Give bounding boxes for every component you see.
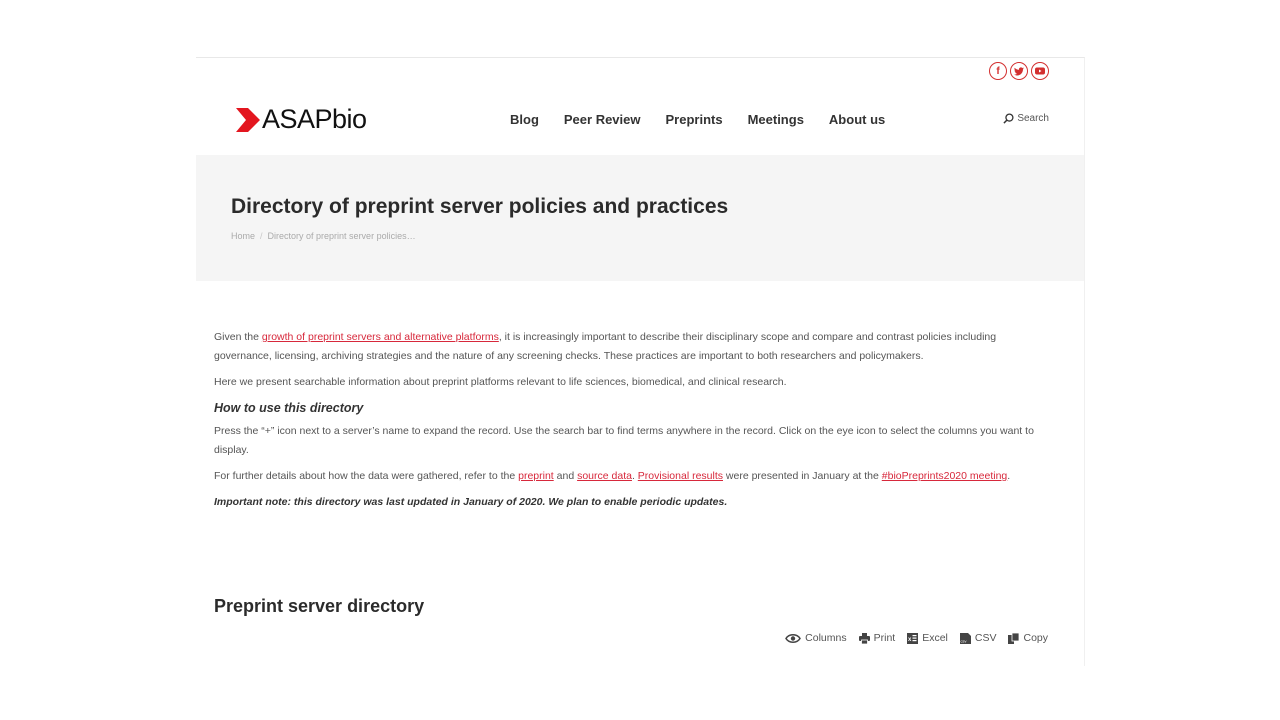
breadcrumb: Home / Directory of preprint server polici… <box>231 231 416 241</box>
nav-peer-review[interactable]: Peer Review <box>564 112 641 127</box>
nav-meetings[interactable]: Meetings <box>748 112 804 127</box>
columns-button[interactable]: Columns <box>785 632 847 644</box>
growth-link[interactable]: growth of preprint servers and alternati… <box>262 331 499 343</box>
eye-icon <box>785 633 802 643</box>
csv-icon: csv <box>959 632 971 644</box>
main-nav: Blog Peer Review Preprints Meetings Abou… <box>510 112 910 127</box>
asapbio-logo[interactable]: ASAPbio <box>236 106 367 133</box>
top-bar: f <box>196 58 1084 88</box>
copy-label: Copy <box>1023 632 1048 644</box>
page-frame: f ASAPbio Blog Peer Review Preprints Mee… <box>196 57 1085 666</box>
table-toolbar: Columns Print x Excel csv CSV Copy <box>785 632 1048 644</box>
text: and <box>553 470 578 482</box>
instructions-paragraph: Press the “+” icon next to a server’s na… <box>214 425 1034 456</box>
intro-paragraph: Given the growth of preprint servers and… <box>214 328 1054 366</box>
preprint-link[interactable]: preprint <box>518 470 554 482</box>
nav-preprints[interactable]: Preprints <box>666 112 723 127</box>
nav-about-us[interactable]: About us <box>829 112 885 127</box>
print-label: Print <box>873 632 896 644</box>
excel-button[interactable]: x Excel <box>907 632 948 644</box>
twitter-icon[interactable] <box>1010 62 1028 80</box>
print-button[interactable]: Print <box>858 632 896 644</box>
facebook-icon[interactable]: f <box>989 62 1007 80</box>
excel-label: Excel <box>922 632 948 644</box>
site-header: ASAPbio Blog Peer Review Preprints Meeti… <box>196 88 1084 155</box>
svg-text:csv: csv <box>960 638 966 643</box>
print-icon <box>858 632 870 644</box>
search-label: Search <box>1017 113 1049 124</box>
breadcrumb-current: Directory of preprint server policies… <box>267 231 416 241</box>
scope-paragraph: Here we present searchable information a… <box>214 376 787 388</box>
breadcrumb-separator: / <box>260 231 263 241</box>
youtube-icon[interactable] <box>1031 62 1049 80</box>
social-links: f <box>989 62 1049 80</box>
logo-text: ASAPbio <box>262 104 367 134</box>
page-title: Directory of preprint server policies an… <box>231 195 729 218</box>
important-note: Important note: this directory was last … <box>214 496 728 508</box>
source-data-link[interactable]: source data <box>577 470 632 482</box>
excel-icon: x <box>907 632 919 644</box>
text: For further details about how the data w… <box>214 470 519 482</box>
how-to-heading: How to use this directory <box>214 401 364 415</box>
text: Given the <box>214 331 262 343</box>
text: . <box>1007 470 1011 482</box>
directory-title: Preprint server directory <box>214 596 425 616</box>
provisional-results-link[interactable]: Provisional results <box>638 470 723 482</box>
copy-button[interactable]: Copy <box>1008 632 1048 644</box>
csv-label: CSV <box>974 632 997 644</box>
page-title-bar: Directory of preprint server policies an… <box>196 155 1084 281</box>
details-paragraph: For further details about how the data w… <box>214 467 1054 486</box>
nav-blog[interactable]: Blog <box>510 112 539 127</box>
columns-label: Columns <box>805 632 847 644</box>
search-button[interactable]: Search <box>1003 113 1049 124</box>
breadcrumb-home[interactable]: Home <box>231 231 255 241</box>
text: were presented in January at the <box>723 470 882 482</box>
csv-button[interactable]: csv CSV <box>959 632 997 644</box>
intro-content: Given the growth of preprint servers and… <box>214 328 1054 519</box>
search-icon <box>1003 113 1014 124</box>
logo-arrow-icon <box>236 107 260 132</box>
biopreprints-meeting-link[interactable]: #bioPreprints2020 meeting <box>882 470 1008 482</box>
copy-icon <box>1008 632 1020 644</box>
